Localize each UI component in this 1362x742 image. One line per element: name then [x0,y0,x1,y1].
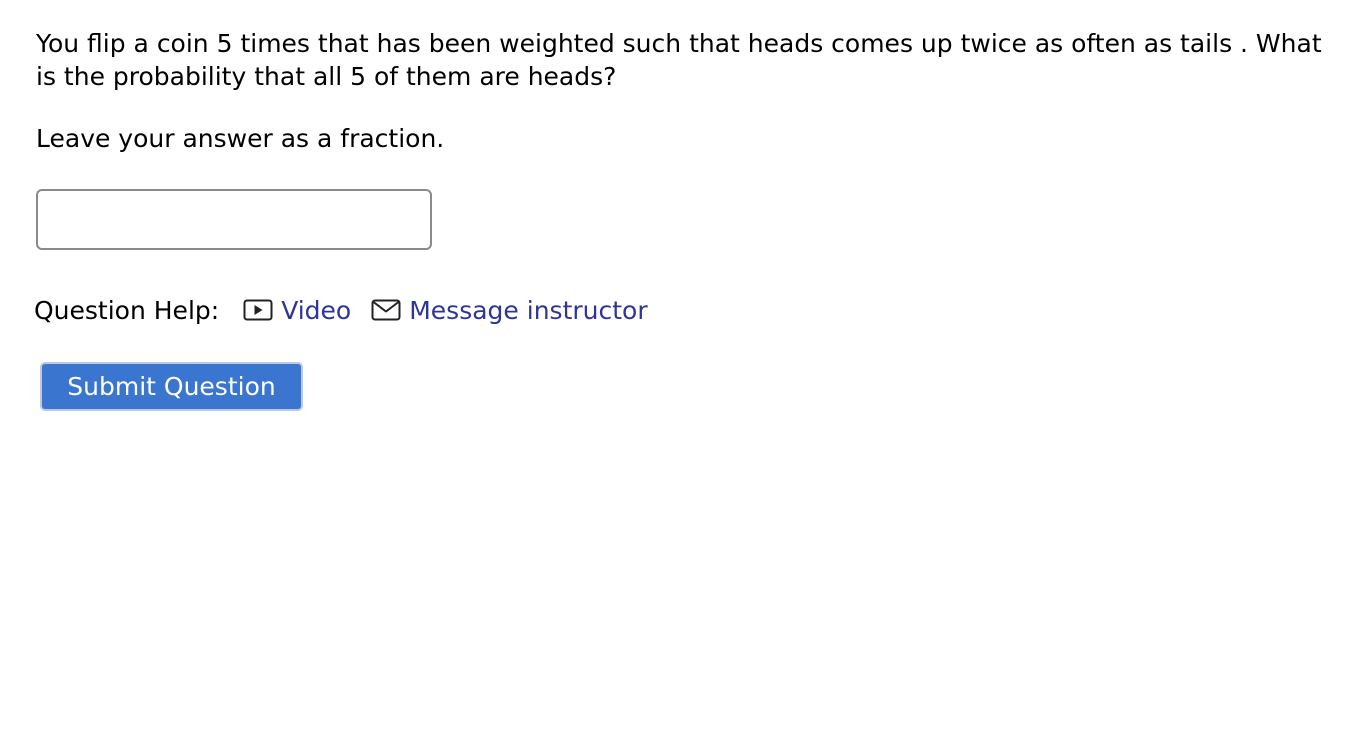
question-line-1: You flip a coin 5 times that has been we… [36,29,1322,58]
video-help-link[interactable]: Video [243,296,351,325]
answer-instruction: Leave your answer as a fraction. [36,124,445,153]
submit-question-button[interactable]: Submit Question [40,362,303,411]
question-help-label: Question Help: [34,295,220,325]
envelope-icon [371,299,401,321]
video-help-label: Video [281,295,352,325]
answer-input[interactable] [36,189,432,250]
question-line-2: is the probability that all 5 of them ar… [36,62,617,91]
question-text: You flip a coin 5 times that has been we… [36,27,1356,93]
message-instructor-label: Message instructor [409,295,648,325]
question-help-row: Question Help: Video Message instructor [34,292,668,328]
question-page: You flip a coin 5 times that has been we… [0,0,1362,742]
message-instructor-link[interactable]: Message instructor [371,295,648,325]
video-play-icon [243,299,273,321]
